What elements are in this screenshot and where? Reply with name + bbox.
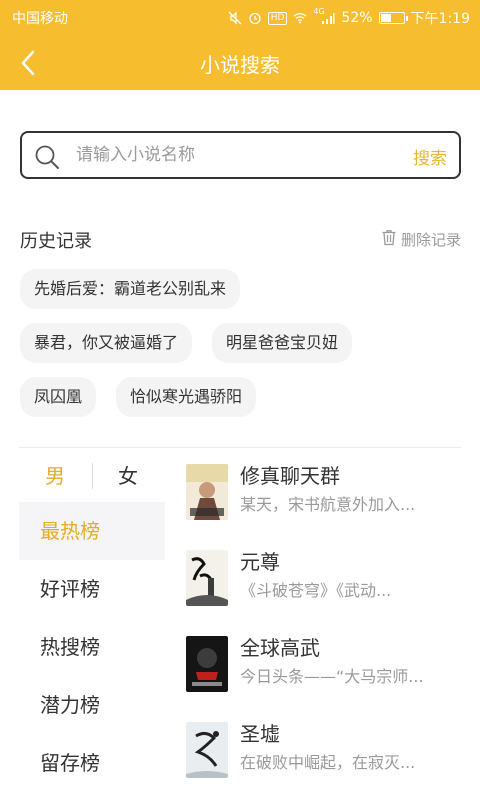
hd-badge: HD <box>267 11 288 25</box>
book-description: 在破败中崛起，在寂灭... <box>240 753 416 772</box>
search-input[interactable] <box>76 141 396 169</box>
ranking-item-retention[interactable]: 留存榜 <box>19 734 165 792</box>
history-tag-row: 凤囚凰 恰似寒光遇骄阳 <box>20 377 461 417</box>
carrier-label: 中国移动 <box>12 11 68 27</box>
battery-fill <box>380 14 392 22</box>
gender-tabs: 男 女 <box>19 448 165 502</box>
alarm-icon <box>248 11 262 25</box>
battery-icon <box>378 12 408 24</box>
ranking-item-trending-search[interactable]: 热搜榜 <box>19 618 165 676</box>
book-description: 今日头条——“大马宗师... <box>240 667 424 686</box>
wifi-icon <box>293 11 307 25</box>
book-title: 修真聊天群 <box>240 464 340 488</box>
clock: 下午1:19 <box>410 11 470 27</box>
search-box: 搜索 <box>20 131 461 179</box>
status-bar: 中国移动 HD 4G 52% 下午1:19 <box>0 0 480 34</box>
book-cover <box>186 722 228 778</box>
book-description: 《斗破苍穹》《武动... <box>240 581 392 600</box>
book-cover <box>186 550 228 606</box>
mute-icon <box>228 11 242 25</box>
history-tags: 先婚后爱：霸道老公别乱来 暴君，你又被逼婚了 明星爸爸宝贝妞 凤囚凰 恰似寒光遇… <box>20 269 461 431</box>
book-title: 元尊 <box>240 550 280 574</box>
history-tag[interactable]: 先婚后爱：霸道老公别乱来 <box>20 269 241 309</box>
book-item[interactable]: 修真聊天群 某天，宋书航意外加入... <box>186 452 461 538</box>
book-cover <box>186 636 228 692</box>
history-tag[interactable]: 恰似寒光遇骄阳 <box>116 377 257 417</box>
page-title: 小说搜索 <box>200 53 280 77</box>
book-cover <box>186 464 228 520</box>
book-item[interactable]: 全球高武 今日头条——“大马宗师... <box>186 624 461 710</box>
book-title: 圣墟 <box>240 722 280 746</box>
history-tag-row: 先婚后爱：霸道老公别乱来 <box>20 269 461 309</box>
book-item[interactable]: 圣墟 在破败中崛起，在寂灭... <box>186 710 461 796</box>
history-title: 历史记录 <box>20 231 92 252</box>
ranking-item-top-rated[interactable]: 好评榜 <box>19 560 165 618</box>
book-description: 某天，宋书航意外加入... <box>240 495 416 514</box>
app-bar: 小说搜索 <box>0 34 480 90</box>
history-tag[interactable]: 暴君，你又被逼婚了 <box>20 323 193 363</box>
tab-female[interactable]: 女 <box>118 460 138 489</box>
book-list: 修真聊天群 某天，宋书航意外加入... 元尊 《斗破苍穹》《武动... 全球高武… <box>186 452 461 796</box>
ranking-item-potential[interactable]: 潜力榜 <box>19 676 165 734</box>
clear-history-button[interactable]: 删除记录 <box>381 229 461 250</box>
gender-divider <box>92 463 93 489</box>
battery-percent: 52% <box>341 10 373 26</box>
ranking-sidebar: 男 女 最热榜 好评榜 热搜榜 潜力榜 留存榜 <box>19 448 165 800</box>
cell-signal-icon: 4G <box>313 7 335 25</box>
search-button[interactable]: 搜索 <box>413 144 447 169</box>
book-title: 全球高武 <box>240 636 320 660</box>
search-icon <box>34 144 60 174</box>
tab-male[interactable]: 男 <box>45 460 65 489</box>
history-tag[interactable]: 明星爸爸宝贝妞 <box>212 323 353 363</box>
trash-icon <box>381 229 397 250</box>
ranking-item-hottest[interactable]: 最热榜 <box>19 502 165 560</box>
clear-history-label: 删除记录 <box>400 231 461 249</box>
history-tag-row: 暴君，你又被逼婚了 明星爸爸宝贝妞 <box>20 323 461 363</box>
status-icons: HD 4G 52% 下午1:19 <box>228 7 470 28</box>
book-item[interactable]: 元尊 《斗破苍穹》《武动... <box>186 538 461 624</box>
history-tag[interactable]: 凤囚凰 <box>20 377 97 417</box>
